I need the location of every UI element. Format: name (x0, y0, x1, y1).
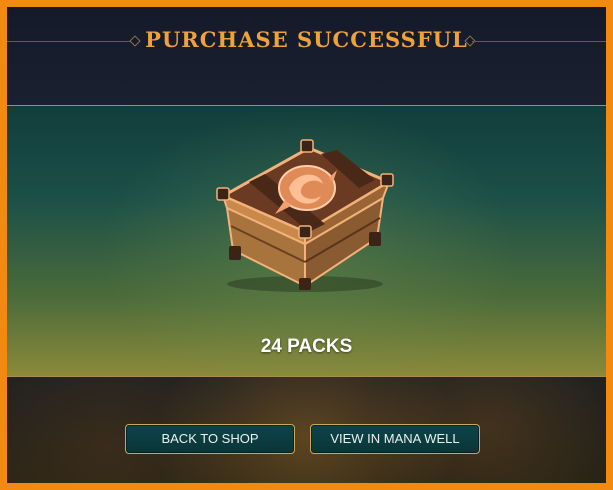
dialog-header: PURCHASE SUCCESSFUL (7, 7, 606, 105)
reward-showcase: 24 PACKS (7, 105, 606, 377)
pack-count-label: 24 PACKS (260, 336, 353, 357)
purchase-dialog: PURCHASE SUCCESSFUL 24 PACKS BACK TO SHO… (7, 7, 606, 483)
header-ornament-right (472, 41, 606, 42)
dialog-title: PURCHASE SUCCESSFUL (145, 27, 468, 52)
back-to-shop-button[interactable]: BACK TO SHOP (125, 424, 295, 454)
view-in-mana-well-button[interactable]: VIEW IN MANA WELL (310, 424, 480, 454)
chest-icon (216, 139, 394, 292)
